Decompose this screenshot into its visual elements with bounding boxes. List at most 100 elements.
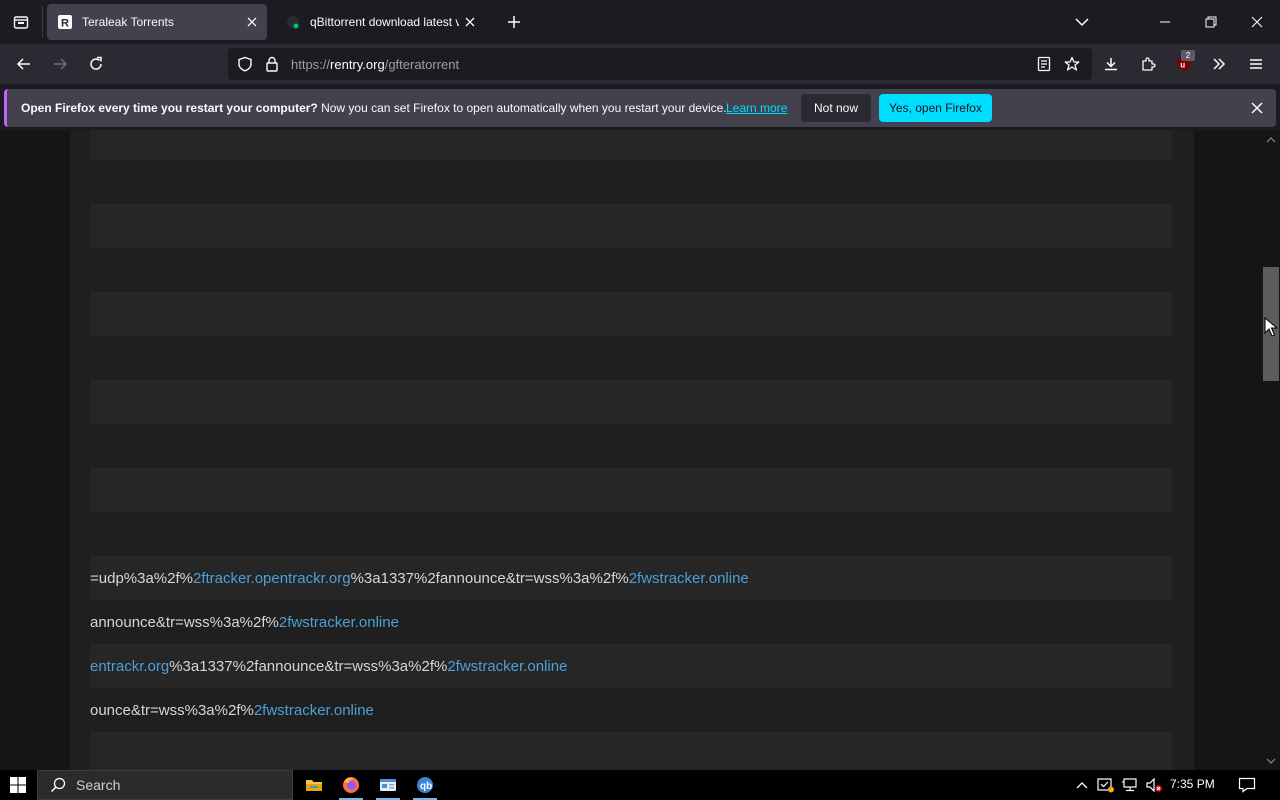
url-scheme: https:// bbox=[291, 57, 331, 72]
svg-text:R: R bbox=[61, 18, 69, 30]
qbittorrent-taskbar-button[interactable]: qb bbox=[407, 770, 443, 800]
vertical-scrollbar[interactable] bbox=[1262, 130, 1280, 770]
notifications-icon[interactable] bbox=[1238, 776, 1256, 794]
ublock-badge: 2 bbox=[1181, 50, 1195, 61]
tab-qbittorrent[interactable]: qBittorrent download latest ver bbox=[275, 4, 485, 40]
tab-title: qBittorrent download latest ver bbox=[310, 15, 459, 29]
rentry-favicon-icon: R bbox=[57, 14, 73, 30]
chevron-down-icon bbox=[1075, 18, 1089, 27]
bookmark-star-icon[interactable] bbox=[1063, 55, 1081, 73]
close-icon bbox=[1251, 16, 1263, 28]
scroll-down-arrow-icon[interactable] bbox=[1264, 755, 1278, 767]
tracker-link[interactable]: 2fwstracker.online bbox=[447, 658, 567, 675]
more-tools-button[interactable] bbox=[1205, 50, 1233, 78]
taskbar-search-box[interactable]: Search bbox=[37, 770, 293, 800]
volume-muted-icon[interactable] bbox=[1145, 776, 1163, 794]
close-tab-icon[interactable] bbox=[241, 11, 263, 33]
windows-logo-icon bbox=[10, 777, 26, 793]
back-button[interactable] bbox=[10, 50, 38, 78]
app-taskbar-button[interactable] bbox=[370, 770, 406, 800]
network-icon[interactable] bbox=[1121, 776, 1139, 794]
reader-view-icon[interactable] bbox=[1035, 55, 1053, 73]
tracking-protection-shield-icon[interactable] bbox=[236, 55, 254, 73]
search-label: Search bbox=[76, 777, 121, 793]
folder-icon bbox=[306, 780, 322, 791]
code-block-row bbox=[90, 732, 1172, 770]
code-block-row bbox=[90, 130, 1172, 160]
svg-text:qb: qb bbox=[420, 781, 432, 792]
learn-more-link[interactable]: Learn more bbox=[726, 101, 787, 115]
taskbar-clock[interactable]: 7:35 PM bbox=[1170, 777, 1215, 791]
forward-button[interactable] bbox=[46, 50, 74, 78]
tracker-link[interactable]: 2ftracker.opentrackr.org bbox=[193, 570, 351, 587]
url-path: /gfteratorrent bbox=[384, 57, 460, 72]
magnet-link-line[interactable]: announce&tr=wss%3a%2f%2fwstracker.online bbox=[90, 614, 1172, 634]
notification-message: Open Firefox every time you restart your… bbox=[21, 101, 727, 115]
code-text: announce&tr=wss%3a%2f% bbox=[90, 614, 279, 631]
code-block-row bbox=[90, 292, 1172, 336]
notification-title: Open Firefox every time you restart your… bbox=[21, 101, 318, 115]
tracker-link[interactable]: 2fwstracker.online bbox=[279, 614, 399, 631]
close-window-button[interactable] bbox=[1242, 8, 1272, 36]
firefox-view-icon bbox=[13, 16, 29, 29]
start-button[interactable] bbox=[0, 770, 36, 800]
plus-icon bbox=[508, 16, 520, 28]
reload-button[interactable] bbox=[82, 50, 110, 78]
qbittorrent-favicon-icon bbox=[285, 14, 301, 30]
yes-open-firefox-button[interactable]: Yes, open Firefox bbox=[879, 94, 992, 122]
svg-text:u: u bbox=[1180, 61, 1185, 70]
new-tab-button[interactable] bbox=[503, 11, 525, 33]
default-browser-notification: Open Firefox every time you restart your… bbox=[4, 89, 1276, 127]
magnet-link-line[interactable]: ounce&tr=wss%3a%2f%2fwstracker.online bbox=[90, 702, 1172, 722]
tab-teraleak[interactable]: R Teraleak Torrents bbox=[47, 4, 267, 40]
not-now-button[interactable]: Not now bbox=[801, 94, 871, 122]
code-block-row bbox=[90, 204, 1172, 248]
code-block-row bbox=[90, 468, 1172, 512]
app-menu-button[interactable] bbox=[1242, 50, 1270, 78]
window-app-icon bbox=[380, 779, 396, 791]
url-bar[interactable]: https://rentry.org/gfteratorrent bbox=[228, 48, 1092, 80]
windows-taskbar: Search qb 7:35 PM bbox=[0, 770, 1280, 800]
code-text: =udp%3a%2f% bbox=[90, 570, 193, 587]
security-tray-icon[interactable] bbox=[1097, 776, 1115, 794]
downloads-button[interactable] bbox=[1097, 50, 1125, 78]
qbittorrent-icon: qb bbox=[417, 777, 433, 793]
magnet-link-line[interactable]: =udp%3a%2f%2ftracker.opentrackr.org%3a13… bbox=[90, 570, 1172, 590]
tab-strip: R Teraleak Torrents qBittorrent download… bbox=[0, 0, 1280, 44]
scroll-up-arrow-icon[interactable] bbox=[1264, 134, 1278, 146]
show-hidden-icons-chevron-up-icon[interactable] bbox=[1073, 776, 1091, 794]
tracker-link[interactable]: entrackr.org bbox=[90, 658, 169, 675]
code-text: %3a1337%2fannounce&tr=wss%3a%2f% bbox=[350, 570, 629, 587]
firefox-view-button[interactable] bbox=[8, 8, 34, 36]
magnet-link-line[interactable]: entrackr.org%3a1337%2fannounce&tr=wss%3a… bbox=[90, 658, 1172, 678]
code-text: ounce&tr=wss%3a%2f% bbox=[90, 702, 254, 719]
list-all-tabs-button[interactable] bbox=[1067, 8, 1097, 36]
extensions-button[interactable] bbox=[1134, 50, 1162, 78]
tab-title: Teraleak Torrents bbox=[82, 15, 174, 29]
close-notification-icon[interactable] bbox=[1247, 98, 1267, 118]
double-chevron-right-icon bbox=[1213, 58, 1226, 70]
tab-separator bbox=[42, 6, 43, 38]
mouse-cursor-icon bbox=[1264, 317, 1278, 337]
arrow-right-icon bbox=[54, 58, 68, 70]
reload-icon bbox=[90, 56, 102, 70]
url-text[interactable]: https://rentry.org/gfteratorrent bbox=[291, 57, 459, 72]
firefox-taskbar-button[interactable] bbox=[333, 770, 369, 800]
firefox-logo-icon bbox=[343, 777, 359, 793]
tracker-link[interactable]: 2fwstracker.online bbox=[629, 570, 749, 587]
rentry-content-panel: =udp%3a%2f%2ftracker.opentrackr.org%3a13… bbox=[70, 130, 1194, 770]
url-host: rentry.org bbox=[330, 57, 385, 72]
navigation-toolbar: https://rentry.org/gfteratorrent u bbox=[0, 44, 1280, 84]
code-text: %3a1337%2fannounce&tr=wss%3a%2f% bbox=[169, 658, 448, 675]
minimize-button[interactable] bbox=[1150, 8, 1180, 36]
close-tab-icon[interactable] bbox=[459, 11, 481, 33]
lock-icon[interactable] bbox=[263, 55, 281, 73]
code-block-row bbox=[90, 380, 1172, 424]
hamburger-menu-icon bbox=[1250, 59, 1262, 69]
page-viewport: =udp%3a%2f%2ftracker.opentrackr.org%3a13… bbox=[0, 130, 1262, 770]
file-explorer-taskbar-button[interactable] bbox=[296, 770, 332, 800]
tracker-link[interactable]: 2fwstracker.online bbox=[254, 702, 374, 719]
search-icon bbox=[50, 777, 66, 793]
restore-button[interactable] bbox=[1196, 8, 1226, 36]
puzzle-icon bbox=[1142, 57, 1156, 71]
